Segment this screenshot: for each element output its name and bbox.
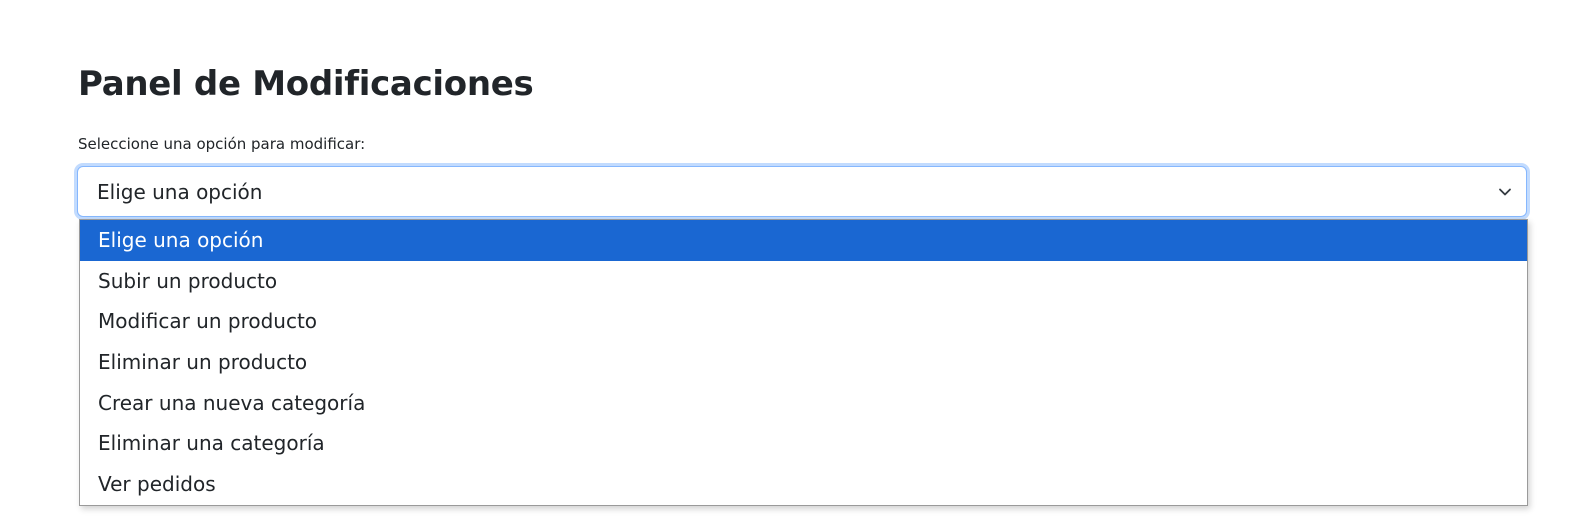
- option-eliminar-una-categoria[interactable]: Eliminar una categoría: [80, 423, 1527, 464]
- select-current-value: Elige una opción: [97, 180, 263, 204]
- chevron-down-icon: [1498, 184, 1512, 198]
- option-select[interactable]: Elige una opción: [77, 166, 1527, 217]
- page-title: Panel de Modificaciones: [78, 64, 534, 104]
- option-crear-una-nueva-categoria[interactable]: Crear una nueva categoría: [80, 383, 1527, 424]
- option-modificar-un-producto[interactable]: Modificar un producto: [80, 301, 1527, 342]
- page: Panel de Modificaciones Seleccione una o…: [0, 0, 1576, 522]
- select-dropdown-list: Elige una opción Subir un producto Modif…: [79, 219, 1528, 506]
- option-subir-un-producto[interactable]: Subir un producto: [80, 261, 1527, 302]
- option-ver-pedidos[interactable]: Ver pedidos: [80, 464, 1527, 505]
- select-label: Seleccione una opción para modificar:: [78, 135, 366, 153]
- option-elige-una-opcion[interactable]: Elige una opción: [80, 220, 1527, 261]
- option-eliminar-un-producto[interactable]: Eliminar un producto: [80, 342, 1527, 383]
